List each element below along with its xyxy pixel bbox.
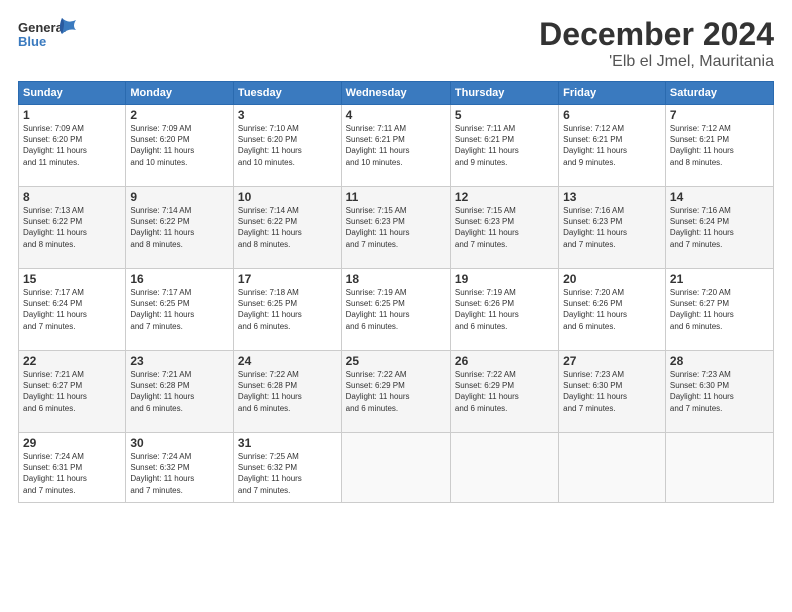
table-row — [665, 433, 773, 503]
table-row: 28Sunrise: 7:23 AMSunset: 6:30 PMDayligh… — [665, 351, 773, 433]
table-row: 23Sunrise: 7:21 AMSunset: 6:28 PMDayligh… — [126, 351, 234, 433]
col-monday: Monday — [126, 82, 234, 105]
table-row: 10Sunrise: 7:14 AMSunset: 6:22 PMDayligh… — [233, 187, 341, 269]
table-row: 26Sunrise: 7:22 AMSunset: 6:29 PMDayligh… — [450, 351, 558, 433]
header: General Blue December 2024 'Elb el Jmel,… — [18, 16, 774, 71]
table-row: 31Sunrise: 7:25 AMSunset: 6:32 PMDayligh… — [233, 433, 341, 503]
month-title: December 2024 — [539, 16, 774, 53]
table-row — [450, 433, 558, 503]
table-row: 29Sunrise: 7:24 AMSunset: 6:31 PMDayligh… — [19, 433, 126, 503]
table-row: 12Sunrise: 7:15 AMSunset: 6:23 PMDayligh… — [450, 187, 558, 269]
table-row: 21Sunrise: 7:20 AMSunset: 6:27 PMDayligh… — [665, 269, 773, 351]
col-thursday: Thursday — [450, 82, 558, 105]
table-row: 22Sunrise: 7:21 AMSunset: 6:27 PMDayligh… — [19, 351, 126, 433]
table-row: 13Sunrise: 7:16 AMSunset: 6:23 PMDayligh… — [559, 187, 666, 269]
col-sunday: Sunday — [19, 82, 126, 105]
table-row: 5Sunrise: 7:11 AMSunset: 6:21 PMDaylight… — [450, 105, 558, 187]
table-row: 4Sunrise: 7:11 AMSunset: 6:21 PMDaylight… — [341, 105, 450, 187]
table-row — [559, 433, 666, 503]
svg-text:Blue: Blue — [18, 34, 46, 49]
table-row: 8Sunrise: 7:13 AMSunset: 6:22 PMDaylight… — [19, 187, 126, 269]
col-wednesday: Wednesday — [341, 82, 450, 105]
table-row: 1Sunrise: 7:09 AMSunset: 6:20 PMDaylight… — [19, 105, 126, 187]
table-row: 9Sunrise: 7:14 AMSunset: 6:22 PMDaylight… — [126, 187, 234, 269]
logo-bird-icon: General Blue — [18, 16, 78, 58]
table-row: 30Sunrise: 7:24 AMSunset: 6:32 PMDayligh… — [126, 433, 234, 503]
logo: General Blue — [18, 16, 82, 58]
table-row: 17Sunrise: 7:18 AMSunset: 6:25 PMDayligh… — [233, 269, 341, 351]
table-row: 14Sunrise: 7:16 AMSunset: 6:24 PMDayligh… — [665, 187, 773, 269]
col-tuesday: Tuesday — [233, 82, 341, 105]
calendar-header-row: Sunday Monday Tuesday Wednesday Thursday… — [19, 82, 774, 105]
table-row: 3Sunrise: 7:10 AMSunset: 6:20 PMDaylight… — [233, 105, 341, 187]
table-row: 20Sunrise: 7:20 AMSunset: 6:26 PMDayligh… — [559, 269, 666, 351]
table-row — [341, 433, 450, 503]
table-row: 16Sunrise: 7:17 AMSunset: 6:25 PMDayligh… — [126, 269, 234, 351]
table-row: 25Sunrise: 7:22 AMSunset: 6:29 PMDayligh… — [341, 351, 450, 433]
table-row: 6Sunrise: 7:12 AMSunset: 6:21 PMDaylight… — [559, 105, 666, 187]
table-row: 24Sunrise: 7:22 AMSunset: 6:28 PMDayligh… — [233, 351, 341, 433]
table-row: 19Sunrise: 7:19 AMSunset: 6:26 PMDayligh… — [450, 269, 558, 351]
calendar-table: Sunday Monday Tuesday Wednesday Thursday… — [18, 81, 774, 503]
table-row: 2Sunrise: 7:09 AMSunset: 6:20 PMDaylight… — [126, 105, 234, 187]
table-row: 18Sunrise: 7:19 AMSunset: 6:25 PMDayligh… — [341, 269, 450, 351]
location-title: 'Elb el Jmel, Mauritania — [539, 53, 774, 71]
col-saturday: Saturday — [665, 82, 773, 105]
table-row: 27Sunrise: 7:23 AMSunset: 6:30 PMDayligh… — [559, 351, 666, 433]
table-row: 11Sunrise: 7:15 AMSunset: 6:23 PMDayligh… — [341, 187, 450, 269]
table-row: 7Sunrise: 7:12 AMSunset: 6:21 PMDaylight… — [665, 105, 773, 187]
col-friday: Friday — [559, 82, 666, 105]
calendar-page: General Blue December 2024 'Elb el Jmel,… — [0, 0, 792, 612]
svg-text:General: General — [18, 20, 66, 35]
table-row: 15Sunrise: 7:17 AMSunset: 6:24 PMDayligh… — [19, 269, 126, 351]
title-block: December 2024 'Elb el Jmel, Mauritania — [539, 16, 774, 71]
